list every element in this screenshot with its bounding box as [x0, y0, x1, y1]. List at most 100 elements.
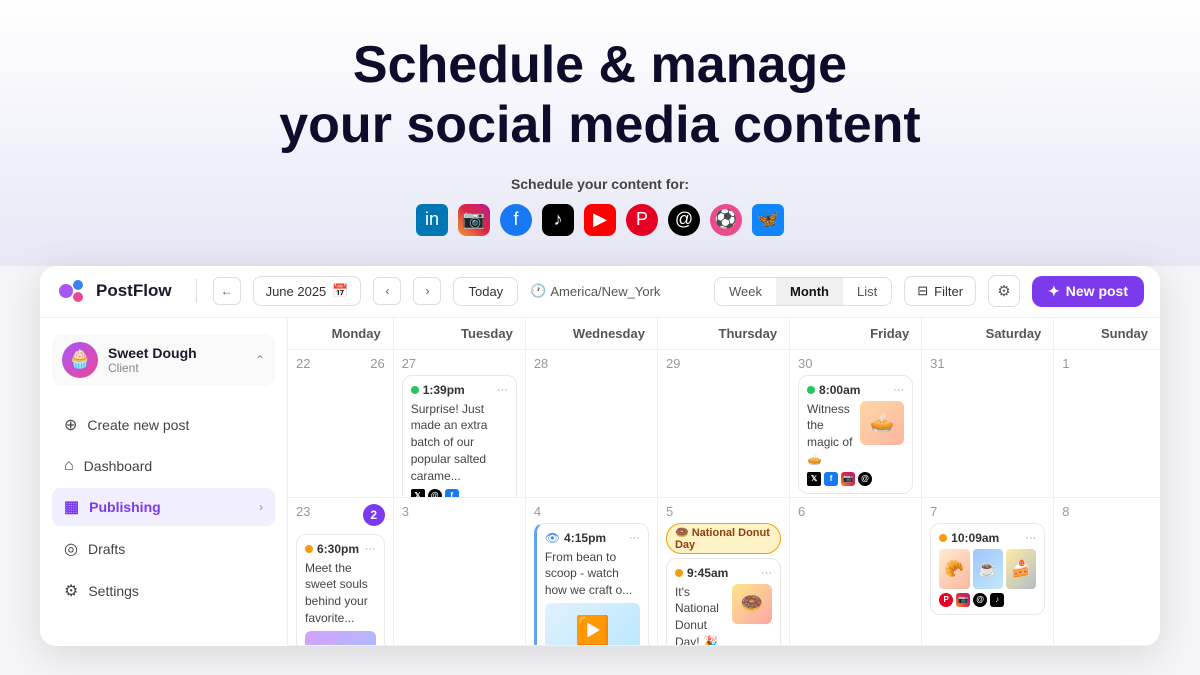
client-card[interactable]: 🧁 Sweet Dough Client ⌃ [52, 334, 275, 386]
sidebar-item-publishing[interactable]: ▦ Publishing › [52, 488, 275, 526]
post-time-6: 10:09am [951, 531, 999, 545]
month-selector-button[interactable]: June 2025 📅 [253, 276, 362, 306]
facebook-social-icon-2: f [824, 472, 838, 486]
calendar-cell-29[interactable]: 29 [658, 350, 790, 498]
facebook-icon[interactable]: f [500, 204, 532, 236]
threads-social-icon-2: @ [858, 472, 872, 486]
nav-back-button[interactable]: ← [213, 277, 241, 305]
instagram-icon[interactable]: 📷 [458, 204, 490, 236]
calendar-cell-22-26[interactable]: 22 26 [288, 350, 394, 498]
create-post-icon: ⊕ [64, 415, 77, 435]
calendar-cell-5[interactable]: 5 🍩 National Donut Day 9:45am ··· It's N… [658, 498, 790, 646]
post-image-thumb: 👩‍🍳 [305, 631, 376, 646]
x-social-icon: 𝕏 [411, 489, 425, 498]
post-socials-6: P 📷 @ ♪ [939, 593, 1036, 607]
drafts-icon: ◎ [64, 539, 78, 559]
calendar-cell-1[interactable]: 1 [1054, 350, 1160, 498]
linkedin-icon[interactable]: in [416, 204, 448, 236]
sidebar-item-settings[interactable]: ⚙ Settings [52, 572, 275, 610]
post-more-options-5[interactable]: ··· [761, 567, 772, 579]
header-divider [196, 279, 197, 303]
post-card-wed4[interactable]: 👁 4:15pm ··· From bean to scoop - watch … [534, 523, 649, 646]
youtube-icon[interactable]: ▶ [584, 204, 616, 236]
month-view-button[interactable]: Month [776, 278, 843, 305]
day-header-sunday: Sunday [1054, 318, 1160, 349]
facebook-social-icon: f [445, 489, 459, 498]
post-more-options-2[interactable]: ··· [893, 384, 904, 396]
img-3: 🍰 [1006, 549, 1036, 589]
date-6: 6 [798, 504, 805, 519]
view-toggle: Week Month List [714, 277, 892, 306]
calendar-cell-30[interactable]: 30 8:00am ··· Witness the magic of 🥧 🥧 [790, 350, 922, 498]
post-card-fri30[interactable]: 8:00am ··· Witness the magic of 🥧 🥧 𝕏 f … [798, 375, 913, 494]
app-body: 🧁 Sweet Dough Client ⌃ ⊕ Create new post… [40, 318, 1160, 646]
post-more-options-6[interactable]: ··· [1025, 532, 1036, 544]
prev-month-button[interactable]: ‹ [373, 277, 401, 305]
date-28: 28 [534, 356, 548, 371]
date-badge-2: 2 [363, 504, 385, 526]
new-post-button[interactable]: ✦ New post [1032, 276, 1144, 307]
today-button[interactable]: Today [453, 277, 518, 306]
post-more-options-4[interactable]: ··· [629, 532, 640, 544]
bluesky-icon[interactable]: 🦋 [752, 204, 784, 236]
calendar-cell-3[interactable]: 3 [394, 498, 526, 646]
calendar-cell-4[interactable]: 4 👁 4:15pm ··· From bean to scoop - watc… [526, 498, 658, 646]
post-more-options-3[interactable]: ··· [365, 543, 376, 555]
post-time-4: 4:15pm [564, 531, 606, 545]
day-header-wednesday: Wednesday [526, 318, 658, 349]
social-icons-row: in 📷 f ♪ ▶ P @ ⚽ 🦋 [20, 204, 1180, 236]
week-view-button[interactable]: Week [715, 278, 776, 305]
calendar-cell-8[interactable]: 8 [1054, 498, 1160, 646]
calendar-cell-31[interactable]: 31 [922, 350, 1054, 498]
calendar-cell-23[interactable]: 23 2 6:30pm ··· Meet the sweet souls beh… [288, 498, 394, 646]
sidebar-label-settings: Settings [88, 583, 139, 599]
calendar-cell-7[interactable]: 7 10:09am ··· 🥐 ☕ 🍰 P [922, 498, 1054, 646]
settings-button[interactable]: ⚙ [988, 275, 1020, 307]
post-card-sat7[interactable]: 10:09am ··· 🥐 ☕ 🍰 P 📷 @ ♪ [930, 523, 1045, 615]
calendar-area: Monday Tuesday Wednesday Thursday Friday… [288, 318, 1160, 646]
list-view-button[interactable]: List [843, 278, 891, 305]
ig-icon-3: 📷 [956, 593, 970, 607]
post-text: Surprise! Just made an extra batch of ou… [411, 401, 508, 485]
sidebar-item-dashboard[interactable]: ⌂ Dashboard [52, 448, 275, 484]
sidebar-label-drafts: Drafts [88, 541, 125, 557]
dribbble-icon[interactable]: ⚽ [710, 204, 742, 236]
post-time: 1:39pm [423, 383, 465, 397]
calendar-cell-27[interactable]: 27 1:39pm ··· Surprise! Just made an ext… [394, 350, 526, 498]
app-header: PostFlow ← June 2025 📅 ‹ › Today 🕐 Ameri… [40, 266, 1160, 318]
post-card-mon23[interactable]: 6:30pm ··· Meet the sweet souls behind y… [296, 534, 385, 646]
calendar-cell-28[interactable]: 28 [526, 350, 658, 498]
threads-social-icon: @ [428, 489, 442, 498]
post-text-5: It's National Donut Day! 🎉 Buy any 4... [675, 584, 728, 646]
x-social-icon-2: 𝕏 [807, 472, 821, 486]
post-card-1[interactable]: 1:39pm ··· Surprise! Just made an extra … [402, 375, 517, 498]
donut-thumb: 🍩 [732, 584, 772, 624]
post-card-thu5[interactable]: 9:45am ··· It's National Donut Day! 🎉 Bu… [666, 558, 781, 646]
sidebar-item-create-new-post[interactable]: ⊕ Create new post [52, 406, 275, 444]
chevron-up-icon: ⌃ [255, 353, 265, 367]
post-text-4: From bean to scoop - watch how we craft … [545, 549, 640, 599]
national-day-tag: 🍩 National Donut Day [666, 523, 781, 554]
day-header-friday: Friday [790, 318, 922, 349]
post-time-2: 8:00am [819, 383, 860, 397]
calendar-cell-6[interactable]: 6 [790, 498, 922, 646]
date-22: 22 [296, 356, 310, 371]
date-23: 23 [296, 504, 310, 519]
calendar-header: Monday Tuesday Wednesday Thursday Friday… [288, 318, 1160, 350]
next-month-button[interactable]: › [413, 277, 441, 305]
pinterest-icon[interactable]: P [626, 204, 658, 236]
date-4: 4 [534, 504, 541, 519]
pin-icon: P [939, 593, 953, 607]
date-7: 7 [930, 504, 937, 519]
filter-button[interactable]: ⊟ Filter [904, 276, 976, 306]
post-time-3: 6:30pm [317, 542, 359, 556]
tiktok-icon[interactable]: ♪ [542, 204, 574, 236]
post-more-options[interactable]: ··· [497, 384, 508, 396]
sidebar-item-drafts[interactable]: ◎ Drafts [52, 530, 275, 568]
post-text-3: Meet the sweet souls behind your favorit… [305, 560, 376, 627]
day-header-thursday: Thursday [658, 318, 790, 349]
app-frame: PostFlow ← June 2025 📅 ‹ › Today 🕐 Ameri… [40, 266, 1160, 646]
status-dot-yellow-2 [675, 569, 683, 577]
post-thumbnail: 🥧 [860, 401, 904, 445]
threads-icon[interactable]: @ [668, 204, 700, 236]
